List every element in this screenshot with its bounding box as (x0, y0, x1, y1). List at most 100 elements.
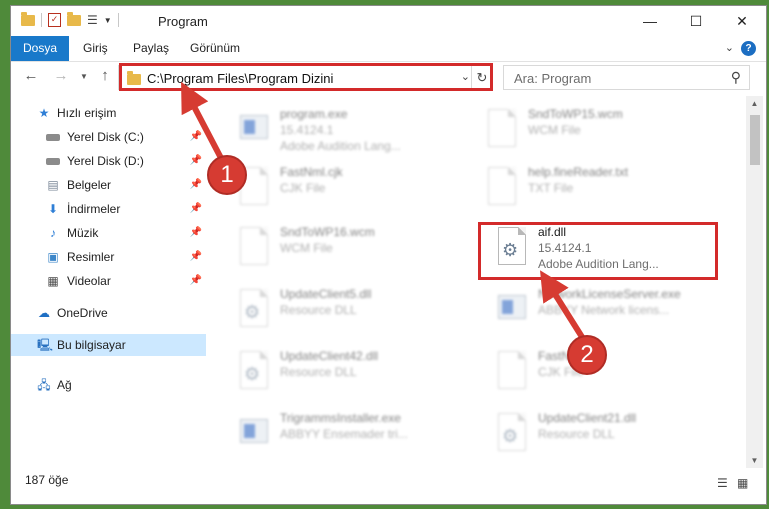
documents-icon: ▤ (47, 178, 59, 192)
ribbon-tabs: Dosya Giriş Paylaş Görünüm ⌄ ? (11, 36, 766, 62)
large-icons-view-icon[interactable]: ▦ (737, 476, 748, 490)
file-name: UpdateClient42.dll (280, 349, 379, 363)
file-type: Resource DLL (538, 427, 615, 441)
sidebar-item-label: Bu bilgisayar (57, 338, 126, 352)
file-type: Resource DLL (280, 365, 357, 379)
file-name: FastNml.cjk (280, 165, 343, 179)
document-icon (484, 109, 520, 149)
folder-icon (21, 11, 35, 26)
tab-file[interactable]: Dosya (11, 36, 69, 61)
document-icon (494, 351, 530, 391)
file-item[interactable]: SndToWP15.wcm WCM File (464, 104, 704, 156)
address-highlight-box (119, 63, 493, 91)
back-arrow-icon[interactable]: ← (21, 67, 41, 84)
file-name: help.fineReader.txt (528, 165, 629, 179)
file-item[interactable]: FastNml.cjk CJK File (216, 162, 456, 214)
step-badge-1: 1 (207, 155, 247, 195)
sidebar-item-label: Ağ (57, 378, 72, 392)
document-icon (236, 227, 272, 267)
tab-share[interactable]: Paylaş (133, 36, 169, 61)
properties-check-icon[interactable]: ✓ (48, 13, 61, 27)
file-type: CJK File (280, 181, 326, 195)
pin-icon: 📌 (189, 275, 202, 286)
scrollbar-thumb[interactable] (750, 115, 760, 165)
file-type: TXT File (528, 181, 574, 195)
sidebar-item-network[interactable]: 🖧 Ağ (11, 374, 206, 396)
chevron-down-icon[interactable]: ▼ (104, 16, 112, 25)
new-folder-icon[interactable] (67, 11, 81, 26)
tab-home[interactable]: Giriş (83, 36, 108, 61)
customize-toolbar-icon[interactable]: ☰ (87, 13, 98, 27)
help-icon[interactable]: ? (741, 41, 756, 56)
file-name: program.exe (280, 107, 348, 121)
search-box[interactable]: Ara: Program ⚲ (503, 65, 750, 90)
recent-locations-icon[interactable]: ▼ (74, 72, 94, 81)
sidebar-item-pictures[interactable]: ▣ Resimler 📌 (11, 246, 206, 268)
file-item[interactable]: TrigrammsInstaller.exe ABBYY Ensemader t… (216, 408, 456, 460)
maximize-button[interactable]: ☐ (673, 6, 719, 36)
download-arrow-icon: ⬇ (47, 202, 59, 216)
divider (117, 13, 119, 27)
dll-gear-icon: ⚙ (236, 289, 272, 329)
forward-arrow-icon[interactable]: → (51, 67, 71, 84)
pin-icon: 📌 (189, 203, 202, 214)
file-name: UpdateClient5.dll (280, 287, 372, 301)
exe-icon (236, 413, 272, 453)
sidebar-item-label: OneDrive (57, 306, 108, 320)
pin-icon: 📌 (189, 155, 202, 166)
sidebar-item-label: İndirmeler (67, 202, 121, 216)
tab-view[interactable]: Görünüm (190, 36, 240, 61)
expand-ribbon-icon[interactable]: ⌄ (725, 41, 734, 54)
file-item[interactable]: SndToWP16.wcm WCM File (216, 222, 456, 274)
cloud-icon: ☁ (38, 306, 50, 320)
sidebar-item-downloads[interactable]: ⬇ İndirmeler 📌 (11, 198, 206, 220)
explorer-window: ✓ ☰ ▼ Program — ☐ ✕ Dosya Giriş Paylaş G… (10, 5, 767, 505)
window-title: Program (158, 14, 208, 29)
file-item[interactable]: ⚙ UpdateClient5.dll Resource DLL (216, 284, 456, 336)
sidebar-item-label: Resimler (67, 250, 115, 264)
file-item[interactable]: program.exe 15.4124.1 Adobe Audition Lan… (216, 104, 456, 156)
file-list: program.exe 15.4124.1 Adobe Audition Lan… (216, 96, 743, 466)
up-arrow-icon[interactable]: ↑ (95, 67, 115, 84)
sidebar-item-label: Yerel Disk (D:) (67, 154, 144, 168)
file-version: 15.4124.1 (280, 123, 334, 137)
music-note-icon: ♪ (50, 226, 56, 240)
close-button[interactable]: ✕ (719, 6, 765, 36)
search-input[interactable]: Ara: Program (514, 71, 591, 86)
file-name: SndToWP15.wcm (528, 107, 623, 121)
details-view-icon[interactable]: ☰ (717, 476, 728, 490)
pin-icon: 📌 (189, 131, 202, 142)
vertical-scrollbar[interactable]: ▲ ▼ (746, 96, 763, 468)
file-description: ABBYY Network licens... (538, 303, 670, 317)
file-item[interactable]: help.fineReader.txt TXT File (464, 162, 704, 214)
sidebar-item-disk-c[interactable]: Yerel Disk (C:) 📌 (11, 126, 206, 148)
file-item[interactable]: ⚙ UpdateClient42.dll Resource DLL (216, 346, 456, 398)
disk-icon (46, 134, 60, 141)
file-item[interactable]: ⚙ UpdateClient21.dll Resource DLL (474, 408, 714, 460)
navigation-pane: ★ Hızlı erişim Yerel Disk (C:) 📌 Yerel D… (11, 102, 206, 464)
sidebar-item-label: Hızlı erişim (57, 106, 117, 120)
minimize-button[interactable]: — (627, 6, 673, 36)
scroll-down-icon[interactable]: ▼ (746, 456, 763, 465)
sidebar-item-label: Yerel Disk (C:) (67, 130, 144, 144)
sidebar-item-disk-d[interactable]: Yerel Disk (D:) 📌 (11, 150, 206, 172)
dll-gear-icon: ⚙ (236, 351, 272, 391)
network-icon: 🖧 (37, 378, 51, 392)
search-icon: ⚲ (730, 69, 741, 85)
sidebar-item-label: Müzik (67, 226, 99, 240)
sidebar-item-onedrive[interactable]: ☁ OneDrive (11, 302, 206, 324)
file-type: WCM File (528, 123, 581, 137)
scroll-up-icon[interactable]: ▲ (746, 99, 763, 108)
sidebar-item-videos[interactable]: ▦ Videolar 📌 (11, 270, 206, 292)
file-name: UpdateClient21.dll (538, 411, 637, 425)
sidebar-item-documents[interactable]: ▤ Belgeler 📌 (11, 174, 206, 196)
divider (41, 13, 42, 27)
pictures-icon: ▣ (47, 250, 59, 264)
pin-icon: 📌 (189, 227, 202, 238)
sidebar-item-music[interactable]: ♪ Müzik 📌 (11, 222, 206, 244)
file-item[interactable]: NetworkLicenseServer.exe ABBYY Network l… (474, 284, 714, 336)
sidebar-item-this-pc[interactable]: 🖳 Bu bilgisayar (11, 334, 206, 356)
title-bar: ✓ ☰ ▼ Program — ☐ ✕ (11, 6, 766, 36)
sidebar-item-quick-access[interactable]: ★ Hızlı erişim (11, 102, 206, 124)
star-icon: ★ (38, 106, 50, 120)
